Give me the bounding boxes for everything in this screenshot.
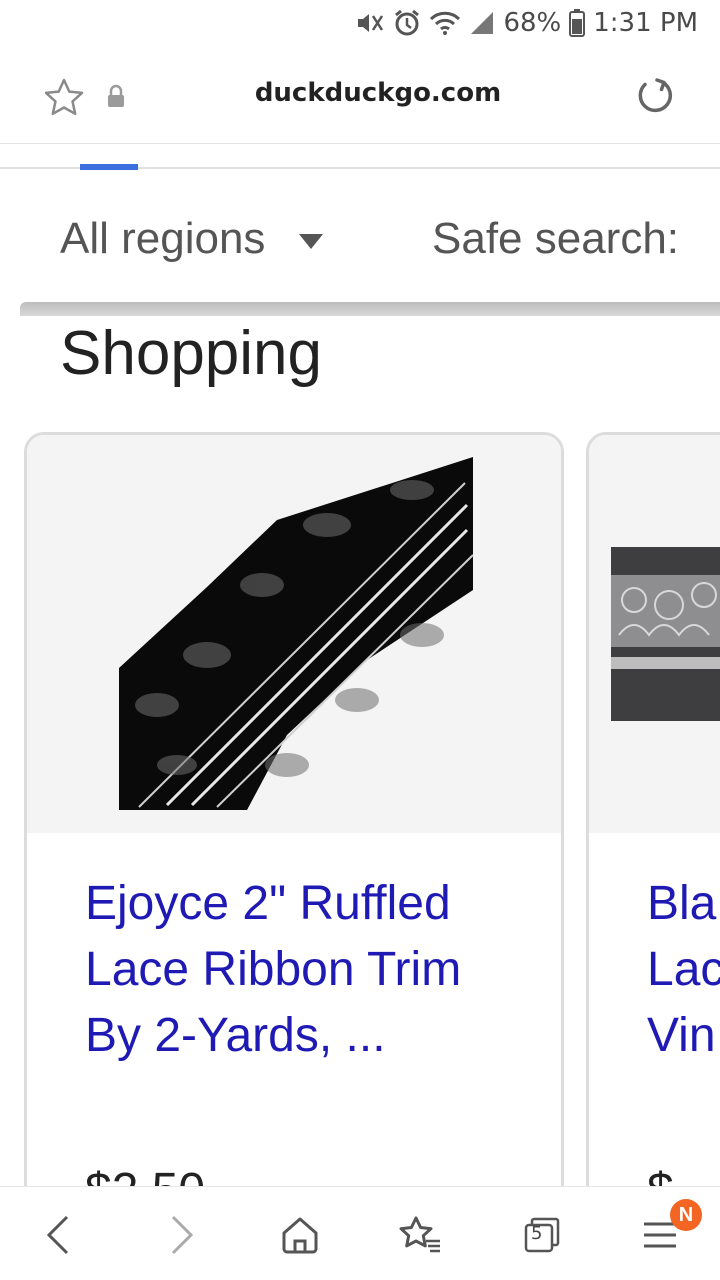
forward-arrow-icon	[171, 1215, 194, 1255]
region-dropdown[interactable]: All regions	[60, 214, 324, 264]
caret-down-icon	[299, 233, 324, 249]
signal-icon	[469, 10, 495, 36]
bottom-navigation: 5 N	[0, 1186, 720, 1280]
bookmarks-star-icon	[399, 1216, 440, 1253]
alarm-icon	[393, 9, 421, 37]
home-icon	[282, 1217, 318, 1254]
notification-badge: N	[670, 1199, 702, 1231]
bookmarks-button[interactable]	[396, 1211, 444, 1259]
wifi-icon	[429, 10, 461, 36]
region-label: All regions	[60, 214, 266, 263]
battery-icon	[569, 9, 586, 37]
clock: 1:31 PM	[593, 8, 698, 38]
mute-icon	[355, 10, 385, 36]
tabs-button[interactable]: 5	[518, 1211, 566, 1259]
tab-count: 5	[531, 1223, 543, 1244]
search-filters: All regions Safe search:	[0, 170, 720, 302]
product-card[interactable]: Bla Lac Vin $	[586, 432, 720, 1212]
product-title-link[interactable]: Bla Lac Vin	[647, 871, 720, 1069]
battery-percent: 68%	[503, 8, 562, 38]
lace-trim-image	[589, 435, 720, 833]
address-bar: duckduckgo.com	[0, 48, 720, 144]
safe-search-dropdown[interactable]: Safe search:	[432, 214, 679, 264]
reload-icon[interactable]	[636, 76, 676, 121]
lace-ribbon-image	[27, 435, 561, 833]
app-root: 68% 1:31 PM duckduckgo.com All regions S…	[0, 0, 720, 1280]
menu-button[interactable]: N	[636, 1199, 702, 1259]
back-arrow-icon	[46, 1215, 69, 1255]
product-card[interactable]: Ejoyce 2" Ruffled Lace Ribbon Trim By 2-…	[24, 432, 564, 1212]
product-image[interactable]	[27, 435, 561, 833]
safe-search-label: Safe search:	[432, 214, 680, 263]
url-text[interactable]: duckduckgo.com	[0, 78, 720, 108]
product-title-link[interactable]: Ejoyce 2" Ruffled Lace Ribbon Trim By 2-…	[85, 871, 525, 1069]
section-heading: Shopping	[60, 319, 323, 388]
product-image[interactable]	[589, 435, 720, 833]
home-button[interactable]	[276, 1211, 324, 1259]
status-bar: 68% 1:31 PM	[0, 0, 720, 48]
filter-shadow-divider	[20, 302, 720, 316]
forward-button[interactable]	[158, 1211, 206, 1259]
back-button[interactable]	[34, 1211, 82, 1259]
